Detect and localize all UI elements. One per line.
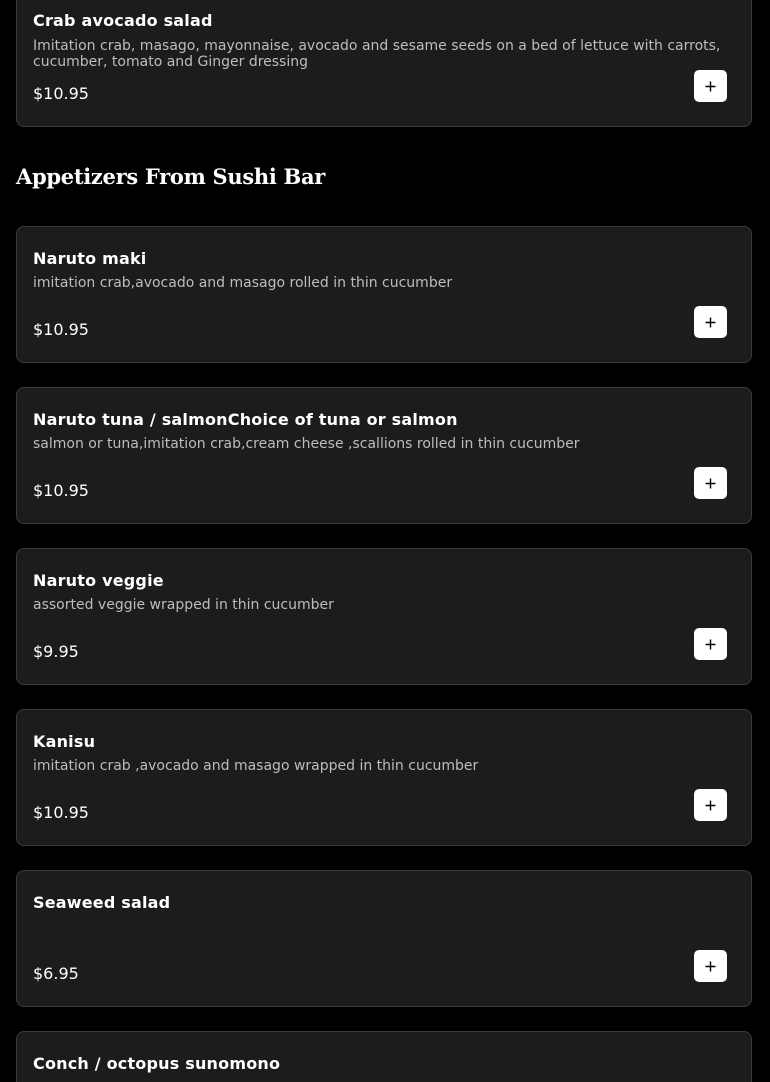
menu-item-description: imitation crab,avocado and masago rolled… xyxy=(33,275,453,291)
plus-icon xyxy=(705,478,716,488)
menu-item-name: Crab avocado salad xyxy=(33,11,213,30)
plus-icon xyxy=(705,317,716,327)
menu-item-card[interactable]: Conch / octopus sunomono xyxy=(16,1031,752,1082)
menu-item-description: Imitation crab, masago, mayonnaise, avoc… xyxy=(33,38,721,70)
menu-item-description: salmon or tuna,imitation crab,cream chee… xyxy=(33,436,580,452)
plus-icon xyxy=(705,81,716,91)
menu-item-price: $10.95 xyxy=(33,84,89,103)
add-to-cart-button[interactable] xyxy=(694,70,727,102)
menu-item-price: $10.95 xyxy=(33,481,89,500)
plus-icon xyxy=(705,800,716,810)
plus-icon xyxy=(705,961,716,971)
menu-item-price: $9.95 xyxy=(33,642,79,661)
menu-item-price: $10.95 xyxy=(33,320,89,339)
add-to-cart-button[interactable] xyxy=(694,306,727,338)
menu-item-name: Conch / octopus sunomono xyxy=(33,1054,281,1073)
menu-item-name: Naruto veggie xyxy=(33,571,164,590)
menu-item-description: assorted veggie wrapped in thin cucumber xyxy=(33,597,334,613)
add-to-cart-button[interactable] xyxy=(694,789,727,821)
menu-item-name: Naruto tuna / salmonChoice of tuna or sa… xyxy=(33,410,458,429)
menu-item-price: $6.95 xyxy=(33,964,79,983)
menu-item-card[interactable]: Kanisu imitation crab ,avocado and masag… xyxy=(16,709,752,846)
section-title: Appetizers From Sushi Bar xyxy=(16,164,326,189)
menu-item-card[interactable]: Naruto veggie assorted veggie wrapped in… xyxy=(16,548,752,685)
menu-item-price: $10.95 xyxy=(33,803,89,822)
menu-item-card[interactable]: Naruto maki imitation crab,avocado and m… xyxy=(16,226,752,363)
add-to-cart-button[interactable] xyxy=(694,628,727,660)
menu-item-name: Kanisu xyxy=(33,732,96,751)
add-to-cart-button[interactable] xyxy=(694,950,727,982)
menu-item-card[interactable]: Naruto tuna / salmonChoice of tuna or sa… xyxy=(16,387,752,524)
add-to-cart-button[interactable] xyxy=(694,467,727,499)
menu-item-name: Seaweed salad xyxy=(33,893,171,912)
menu-item-description: imitation crab ,avocado and masago wrapp… xyxy=(33,758,479,774)
plus-icon xyxy=(705,639,716,649)
menu-item-card[interactable]: Seaweed salad $6.95 xyxy=(16,870,752,1007)
menu-item-card[interactable]: Crab avocado salad Imitation crab, masag… xyxy=(16,0,752,127)
menu-item-name: Naruto maki xyxy=(33,249,147,268)
